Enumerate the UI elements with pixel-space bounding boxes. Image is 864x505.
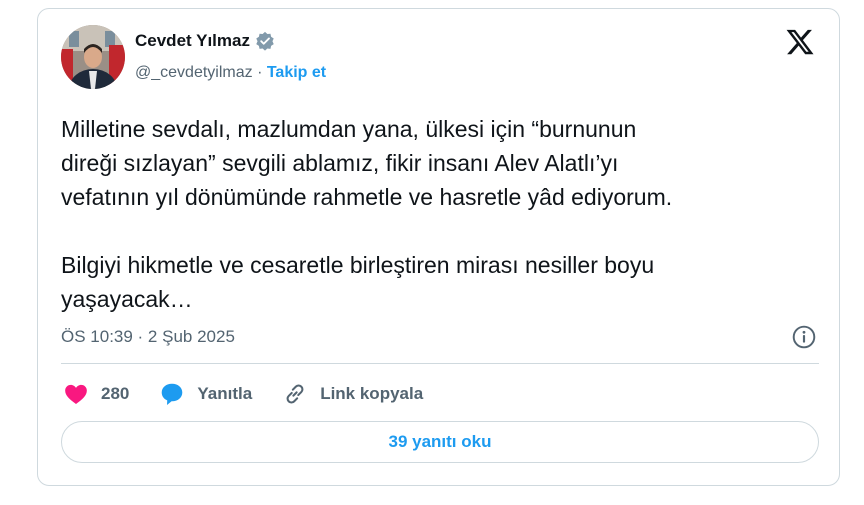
- copy-link-label: Link kopyala: [320, 384, 424, 403]
- author-name[interactable]: Cevdet Yılmaz: [135, 31, 250, 51]
- reply-button[interactable]: Yanıtla: [159, 381, 252, 407]
- verified-badge-icon: [255, 31, 275, 51]
- handle-separator: ·: [252, 64, 267, 81]
- x-logo-icon[interactable]: [785, 27, 815, 57]
- handle-row: @_cevdetyilmaz · Takip et: [135, 64, 326, 82]
- like-button[interactable]: 280: [63, 381, 129, 407]
- read-replies-button[interactable]: 39 yanıtı oku: [61, 421, 819, 463]
- like-count: 280: [101, 384, 130, 403]
- read-replies-label: 39 yanıtı oku: [388, 432, 492, 451]
- action-bar: 280 Yanıtla Link kopyala: [63, 381, 453, 407]
- divider: [61, 363, 819, 364]
- heart-icon: [63, 381, 89, 407]
- tweet-card: Cevdet Yılmaz @_cevdetyilmaz · Takip et …: [37, 8, 840, 486]
- info-icon[interactable]: [791, 324, 817, 350]
- author-handle[interactable]: @_cevdetyilmaz: [135, 64, 253, 81]
- link-icon: [282, 381, 308, 407]
- follow-button[interactable]: Takip et: [267, 64, 326, 81]
- author-name-row: Cevdet Yılmaz: [135, 31, 275, 51]
- tweet-timestamp[interactable]: ÖS 10:39 · 2 Şub 2025: [61, 327, 235, 347]
- reply-label: Yanıtla: [197, 384, 253, 403]
- tweet-text: Milletine sevdalı, mazlumdan yana, ülkes…: [61, 116, 673, 312]
- avatar[interactable]: [61, 25, 125, 89]
- reply-bubble-icon: [159, 381, 185, 407]
- copy-link-button[interactable]: Link kopyala: [282, 381, 423, 407]
